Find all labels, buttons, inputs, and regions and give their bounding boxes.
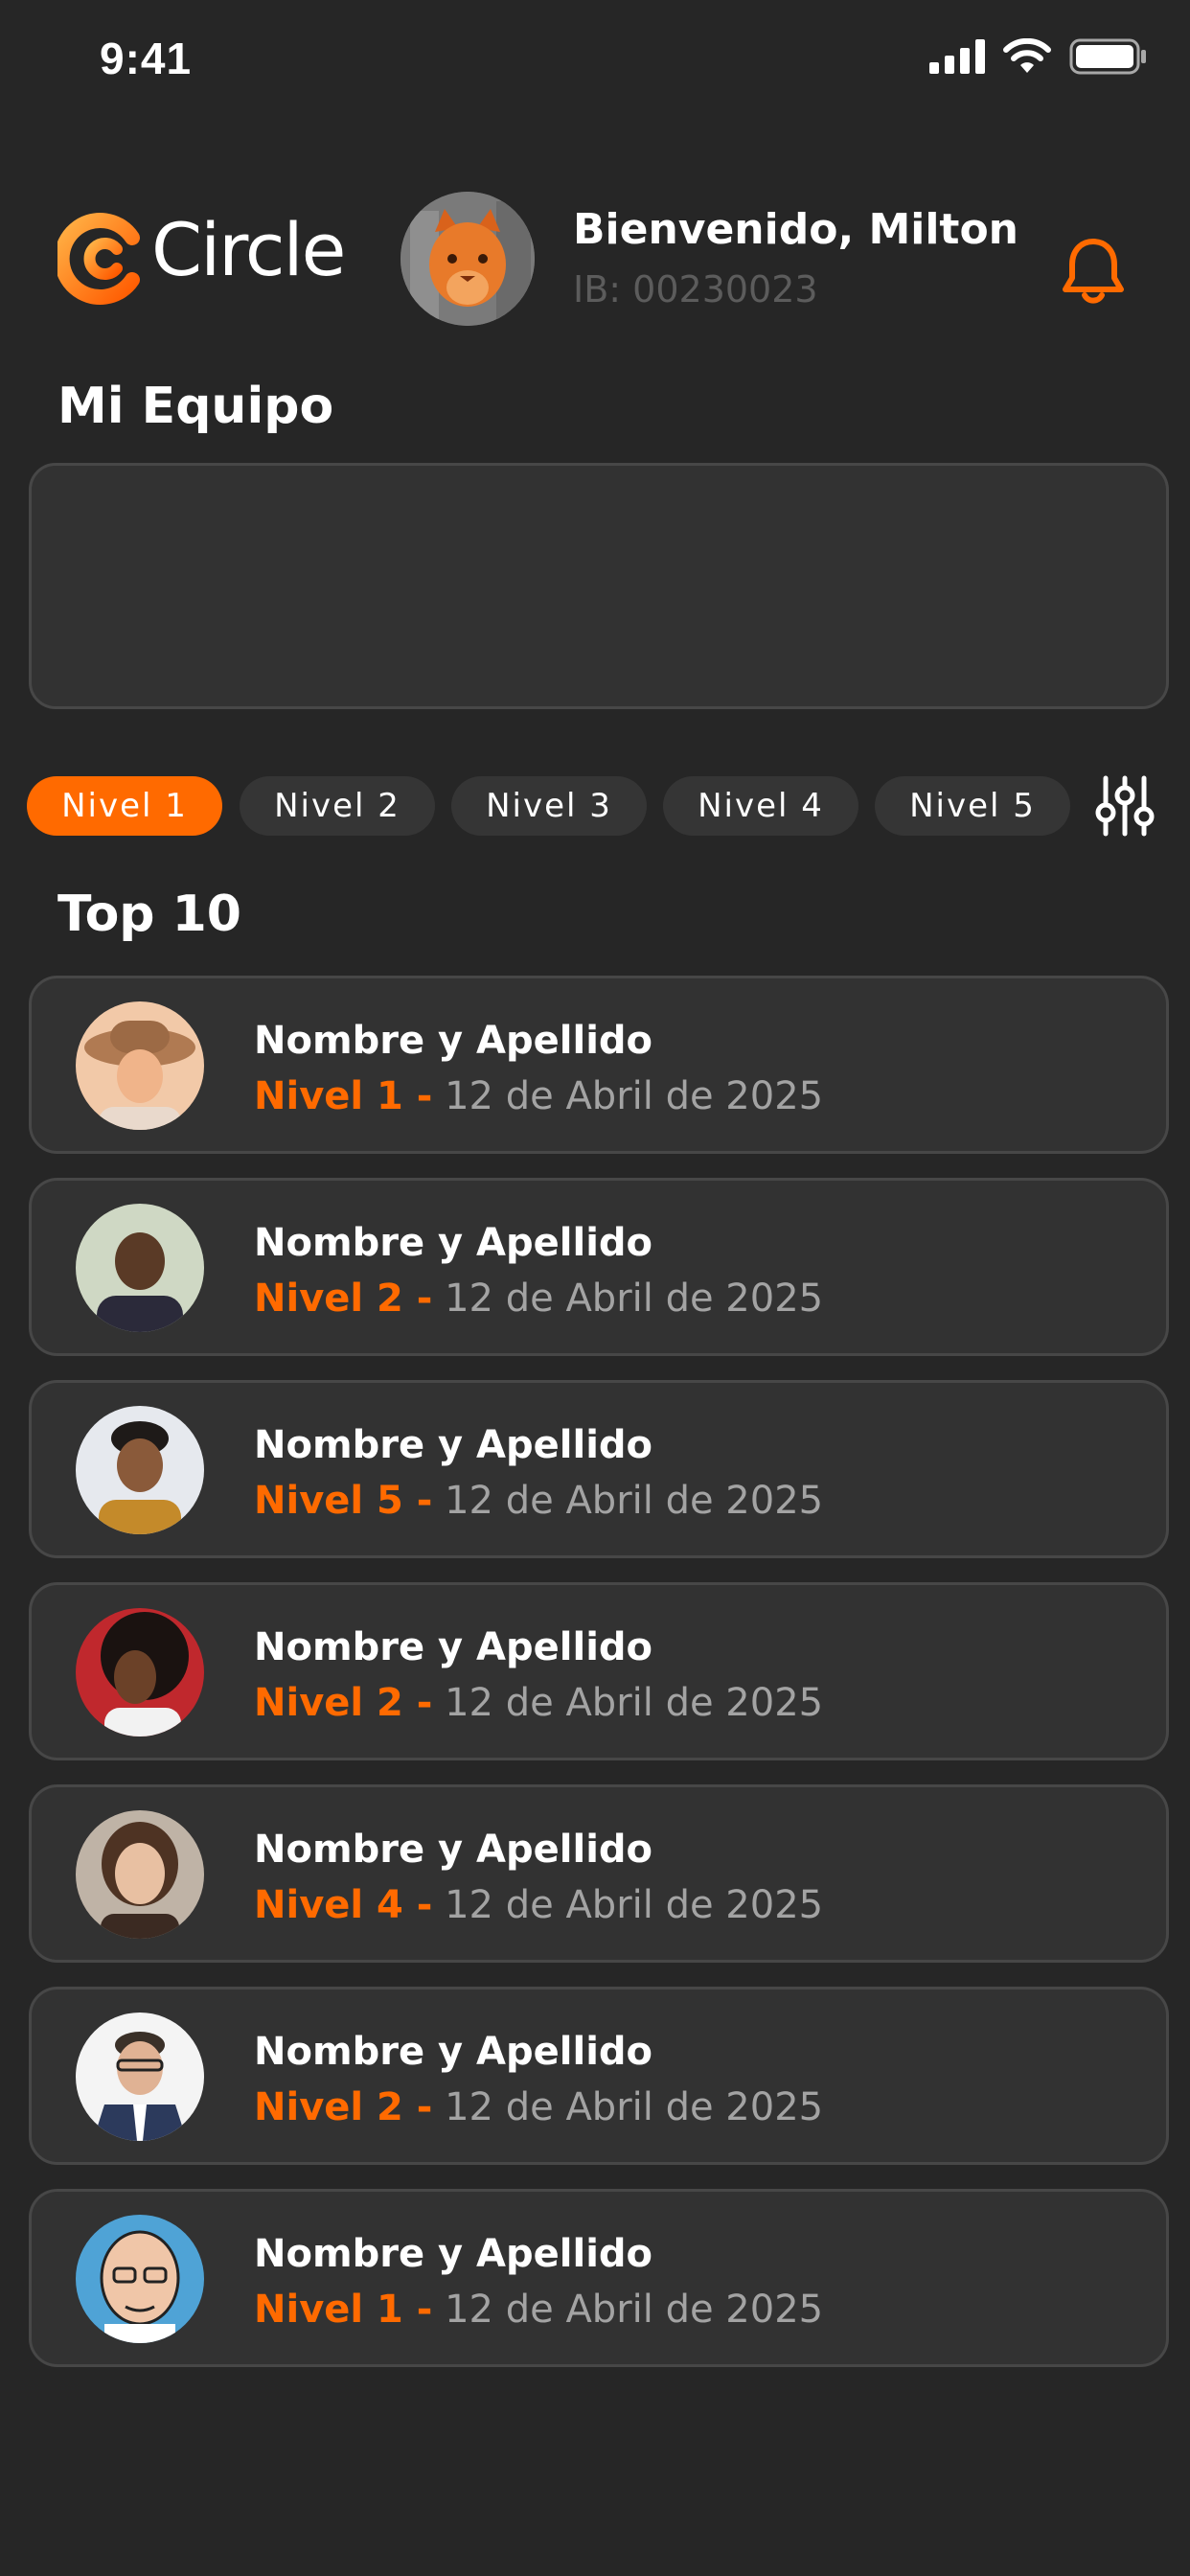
member-info: Nivel 1 - 12 de Abril de 2025 (254, 2288, 823, 2332)
member-date: 12 de Abril de 2025 (445, 1681, 824, 1725)
list-item[interactable]: Nombre y Apellido Nivel 1 - 12 de Abril … (29, 2189, 1169, 2367)
tab-nivel-4[interactable]: Nivel 4 (663, 776, 858, 836)
list-item[interactable]: Nombre y Apellido Nivel 5 - 12 de Abril … (29, 1380, 1169, 1558)
lion-avatar-image (400, 192, 535, 326)
member-date: 12 de Abril de 2025 (445, 2085, 824, 2129)
avatar (76, 2012, 204, 2141)
status-time: 9:41 (100, 34, 193, 83)
list-item[interactable]: Nombre y Apellido Nivel 2 - 12 de Abril … (29, 1582, 1169, 1760)
member-name: Nombre y Apellido (254, 1423, 653, 1467)
welcome-text: Bienvenido, Milton (573, 205, 1019, 254)
member-name: Nombre y Apellido (254, 2030, 653, 2074)
member-level: Nivel 5 - (254, 1479, 433, 1523)
tab-nivel-1[interactable]: Nivel 1 (27, 776, 222, 836)
member-level: Nivel 1 - (254, 1074, 433, 1118)
member-info: Nivel 1 - 12 de Abril de 2025 (254, 1074, 823, 1118)
member-level: Nivel 4 - (254, 1883, 433, 1927)
tab-nivel-5[interactable]: Nivel 5 (875, 776, 1070, 836)
member-level: Nivel 2 - (254, 1276, 433, 1321)
member-date: 12 de Abril de 2025 (445, 1276, 824, 1321)
avatar (76, 2215, 204, 2343)
list-item[interactable]: Nombre y Apellido Nivel 2 - 12 de Abril … (29, 1178, 1169, 1356)
member-level: Nivel 1 - (254, 2288, 433, 2332)
list-item[interactable]: Nombre y Apellido Nivel 1 - 12 de Abril … (29, 976, 1169, 1154)
battery-icon (1069, 38, 1146, 75)
list-item[interactable]: Nombre y Apellido Nivel 2 - 12 de Abril … (29, 1987, 1169, 2165)
team-panel (29, 463, 1169, 709)
member-info: Nivel 2 - 12 de Abril de 2025 (254, 2085, 823, 2129)
team-section-title: Mi Equipo (57, 378, 334, 435)
member-name: Nombre y Apellido (254, 1828, 653, 1872)
member-date: 12 de Abril de 2025 (445, 1883, 824, 1927)
tab-nivel-3[interactable]: Nivel 3 (451, 776, 647, 836)
avatar (76, 1608, 204, 1736)
member-info: Nivel 2 - 12 de Abril de 2025 (254, 1276, 823, 1321)
logo-text: Circle (151, 207, 346, 292)
user-avatar[interactable] (400, 192, 535, 326)
wifi-icon (1003, 38, 1051, 73)
member-name: Nombre y Apellido (254, 1221, 653, 1265)
header: Circle Bienvenido, Milton IB: 00230023 (0, 182, 1190, 335)
member-level: Nivel 2 - (254, 1681, 433, 1725)
member-info: Nivel 4 - 12 de Abril de 2025 (254, 1883, 823, 1927)
list-item[interactable]: Nombre y Apellido Nivel 4 - 12 de Abril … (29, 1784, 1169, 1963)
member-date: 12 de Abril de 2025 (445, 1479, 824, 1523)
member-level: Nivel 2 - (254, 2085, 433, 2129)
member-info: Nivel 5 - 12 de Abril de 2025 (254, 1479, 823, 1523)
filter-sliders-icon[interactable] (1094, 774, 1156, 838)
bell-icon[interactable] (1060, 236, 1127, 309)
member-info: Nivel 2 - 12 de Abril de 2025 (254, 1681, 823, 1725)
member-date: 12 de Abril de 2025 (445, 2288, 824, 2332)
avatar (76, 1204, 204, 1332)
circle-logo[interactable]: Circle (57, 203, 355, 305)
ib-number: IB: 00230023 (573, 268, 818, 310)
level-tabs: Nivel 1 Nivel 2 Nivel 3 Nivel 4 Nivel 5 (27, 776, 1177, 836)
tab-nivel-2[interactable]: Nivel 2 (240, 776, 435, 836)
avatar (76, 1001, 204, 1130)
member-name: Nombre y Apellido (254, 1019, 653, 1063)
member-name: Nombre y Apellido (254, 2232, 653, 2276)
avatar (76, 1406, 204, 1534)
status-icons (929, 38, 1148, 75)
avatar (76, 1810, 204, 1939)
member-date: 12 de Abril de 2025 (445, 1074, 824, 1118)
circle-logo-icon (57, 213, 140, 305)
member-name: Nombre y Apellido (254, 1625, 653, 1669)
status-bar: 9:41 (0, 0, 1190, 125)
signal-icon (929, 39, 985, 74)
top-section-title: Top 10 (57, 886, 241, 943)
